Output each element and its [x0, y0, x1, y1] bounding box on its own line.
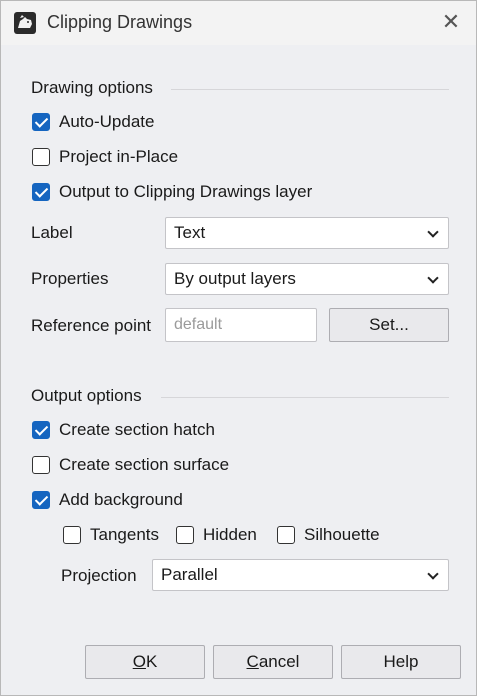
project-in-place-checkbox[interactable]: Project in-Place: [32, 146, 178, 168]
cancel-mnemonic: C: [246, 652, 259, 671]
silhouette-label: Silhouette: [304, 525, 380, 544]
properties-dropdown[interactable]: By output layers: [165, 263, 449, 295]
create-section-surface-checkbox[interactable]: Create section surface: [32, 454, 229, 476]
checkbox-checked-icon: [32, 113, 50, 131]
output-options-heading: Output options: [31, 386, 142, 405]
add-background-label: Add background: [59, 490, 183, 509]
checkbox-checked-icon: [32, 491, 50, 509]
tangents-checkbox[interactable]: Tangents: [63, 524, 159, 546]
section-divider: [171, 89, 449, 90]
cancel-button[interactable]: Cancel: [213, 645, 333, 679]
ok-button[interactable]: OK: [85, 645, 205, 679]
checkbox-unchecked-icon: [176, 526, 194, 544]
section-divider: [161, 397, 449, 398]
properties-field-label: Properties: [31, 269, 109, 288]
auto-update-checkbox[interactable]: Auto-Update: [32, 111, 154, 133]
ok-mnemonic: O: [132, 652, 146, 671]
title-bar: Clipping Drawings ✕: [1, 1, 476, 45]
clipping-drawings-dialog: Clipping Drawings ✕ Drawing options Auto…: [0, 0, 477, 696]
project-in-place-label: Project in-Place: [59, 147, 179, 166]
label-dropdown[interactable]: Text: [165, 217, 449, 249]
output-to-layer-label: Output to Clipping Drawings layer: [59, 182, 313, 201]
projection-dropdown-value: Parallel: [161, 565, 218, 584]
window-title: Clipping Drawings: [47, 12, 193, 32]
tangents-label: Tangents: [90, 525, 159, 544]
drawing-options-heading: Drawing options: [31, 78, 153, 97]
chevron-down-icon: [427, 226, 439, 238]
set-reference-point-button[interactable]: Set...: [329, 308, 449, 342]
hidden-label: Hidden: [203, 525, 257, 544]
output-to-layer-checkbox[interactable]: Output to Clipping Drawings layer: [32, 181, 312, 203]
checkbox-unchecked-icon: [32, 148, 50, 166]
help-button[interactable]: Help: [341, 645, 461, 679]
ok-label-rest: K: [145, 652, 158, 671]
label-field-label: Label: [31, 223, 73, 242]
create-section-hatch-label: Create section hatch: [59, 420, 215, 439]
projection-dropdown[interactable]: Parallel: [152, 559, 449, 591]
hidden-checkbox[interactable]: Hidden: [176, 524, 257, 546]
properties-dropdown-value: By output layers: [174, 269, 296, 288]
silhouette-checkbox[interactable]: Silhouette: [277, 524, 380, 546]
chevron-down-icon: [427, 272, 439, 284]
rhino-app-icon: [14, 12, 36, 34]
checkbox-unchecked-icon: [277, 526, 295, 544]
auto-update-label: Auto-Update: [59, 112, 155, 131]
chevron-down-icon: [427, 568, 439, 580]
reference-point-label: Reference point: [31, 316, 152, 335]
label-dropdown-value: Text: [174, 223, 206, 242]
checkbox-checked-icon: [32, 183, 50, 201]
reference-point-input[interactable]: default: [165, 308, 317, 342]
cancel-label-rest: ancel: [258, 652, 300, 671]
projection-label: Projection: [61, 566, 137, 585]
create-section-surface-label: Create section surface: [59, 455, 230, 474]
add-background-checkbox[interactable]: Add background: [32, 489, 183, 511]
checkbox-unchecked-icon: [63, 526, 81, 544]
checkbox-unchecked-icon: [32, 456, 50, 474]
close-icon[interactable]: ✕: [437, 8, 465, 36]
create-section-hatch-checkbox[interactable]: Create section hatch: [32, 419, 215, 441]
checkbox-checked-icon: [32, 421, 50, 439]
